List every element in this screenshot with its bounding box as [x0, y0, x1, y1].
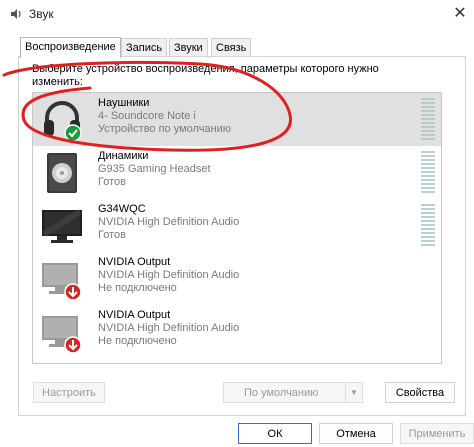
tab-sounds[interactable]: Звуки — [169, 38, 208, 57]
device-driver: G935 Gaming Headset — [98, 163, 211, 175]
device-name: Динамики — [98, 150, 149, 162]
level-meter — [421, 151, 435, 195]
monitor-icon — [42, 263, 82, 301]
device-driver: NVIDIA High Definition Audio — [98, 269, 240, 281]
speaker-app-icon — [11, 9, 21, 19]
device-driver: NVIDIA High Definition Audio — [98, 322, 240, 334]
device-list[interactable]: Наушники 4- Soundcore Note i Устройство … — [32, 92, 442, 364]
monitor-icon — [42, 316, 82, 354]
apply-button[interactable]: Применить — [400, 423, 474, 444]
list-item[interactable]: G34WQC NVIDIA High Definition Audio Гото… — [33, 199, 441, 252]
ok-button[interactable]: ОК — [238, 423, 312, 444]
set-default-button[interactable]: По умолчанию ▼ — [223, 382, 363, 403]
default-check-badge — [64, 124, 82, 142]
level-meter — [421, 204, 435, 248]
configure-button[interactable]: Настроить — [33, 382, 105, 403]
tab-recording[interactable]: Запись — [121, 38, 168, 57]
tab-communications[interactable]: Связь — [211, 38, 252, 57]
monitor-icon — [42, 209, 82, 243]
device-status: Устройство по умолчанию — [98, 123, 232, 135]
device-status: Готов — [98, 176, 126, 188]
list-item[interactable]: NVIDIA Output NVIDIA High Definition Aud… — [33, 252, 441, 305]
instruction-text: Выберите устройство воспроизведения, пар… — [32, 63, 379, 88]
list-item[interactable]: Наушники 4- Soundcore Note i Устройство … — [33, 93, 441, 146]
device-name: NVIDIA Output — [98, 309, 171, 321]
list-item[interactable]: NVIDIA Output NVIDIA High Definition Aud… — [33, 305, 441, 358]
properties-button[interactable]: Свойства — [385, 382, 455, 403]
device-driver: 4- Soundcore Note i — [98, 110, 196, 122]
window-title: Звук — [29, 7, 54, 21]
close-button[interactable]: ✕ — [446, 0, 474, 28]
set-default-label: По умолчанию — [244, 387, 319, 399]
playback-panel: Выберите устройство воспроизведения, пар… — [18, 56, 466, 416]
tab-playback[interactable]: Воспроизведение — [20, 37, 121, 58]
device-name: Наушники — [98, 97, 150, 109]
list-item[interactable]: Динамики G935 Gaming Headset Готов — [33, 146, 441, 199]
cancel-button[interactable]: Отмена — [319, 423, 393, 444]
device-name: NVIDIA Output — [98, 256, 171, 268]
device-status: Готов — [98, 229, 126, 241]
title-bar: Звук ✕ — [0, 0, 474, 28]
level-meter — [421, 98, 435, 142]
device-status: Не подключено — [98, 282, 177, 294]
headphones-icon — [44, 101, 82, 142]
device-driver: NVIDIA High Definition Audio — [98, 216, 240, 228]
device-name: G34WQC — [98, 203, 146, 215]
speaker-icon — [47, 153, 77, 193]
chevron-down-icon[interactable]: ▼ — [345, 383, 362, 402]
device-status: Не подключено — [98, 335, 177, 347]
